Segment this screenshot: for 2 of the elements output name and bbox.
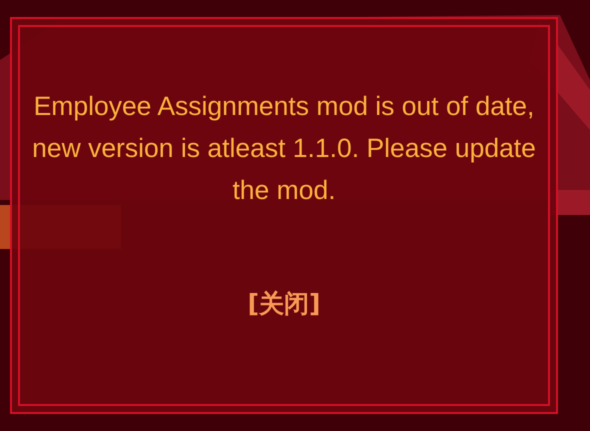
close-button[interactable]: [关闭] (244, 287, 324, 320)
dialog-message: Employee Assignments mod is out of date, new version is atleast 1.1.0. Please update the mod. (31, 90, 537, 207)
